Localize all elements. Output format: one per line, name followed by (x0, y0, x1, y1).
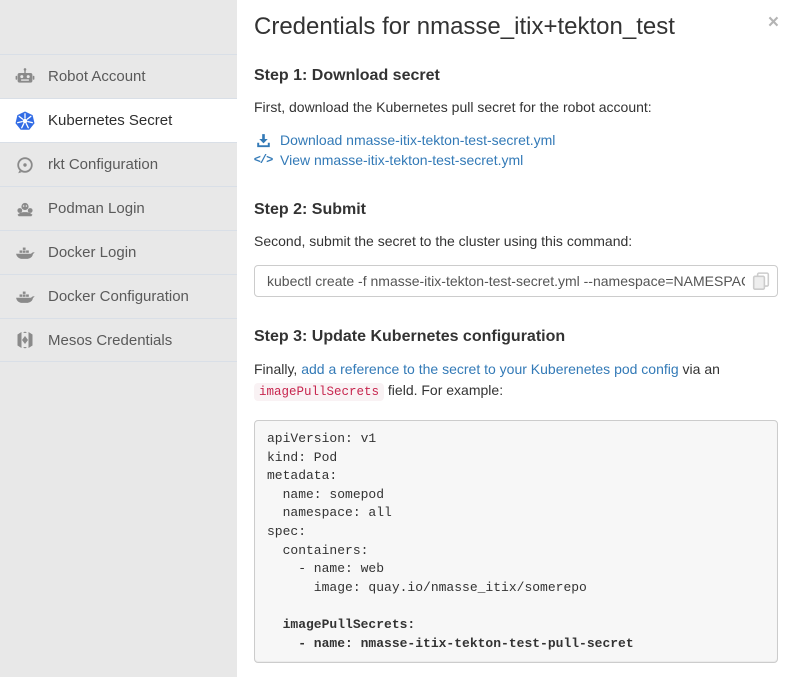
yaml-bold-part: imagePullSecrets: - name: nmasse-itix-te… (267, 617, 634, 651)
sidebar-item-podman-login[interactable]: Podman Login (0, 186, 237, 230)
podman-icon (15, 199, 35, 219)
kubectl-command-input[interactable] (254, 265, 778, 297)
sidebar-item-label: rkt Configuration (48, 156, 158, 173)
pod-config-link[interactable]: add a reference to the secret to your Ku… (301, 361, 678, 377)
sidebar-item-label: Kubernetes Secret (48, 112, 172, 129)
sidebar-item-docker-configuration[interactable]: Docker Configuration (0, 274, 237, 318)
sidebar-item-label: Robot Account (48, 68, 146, 85)
modal-title: Credentials for nmasse_itix+tekton_test (254, 12, 778, 42)
rkt-icon (15, 155, 35, 175)
step3-text-after-link: via an (679, 361, 720, 377)
credentials-modal-body: × Credentials for nmasse_itix+tekton_tes… (237, 0, 793, 677)
secret-file-links: Download nmasse-itix-tekton-test-secret.… (254, 130, 778, 170)
credentials-sidebar: Robot Account Ku (0, 0, 237, 677)
step1-description: First, download the Kubernetes pull secr… (254, 98, 778, 116)
docker-icon (15, 287, 35, 307)
sidebar-item-label: Docker Login (48, 244, 136, 261)
step3-heading: Step 3: Update Kubernetes configuration (254, 328, 778, 346)
sidebar-item-docker-login[interactable]: Docker Login (0, 230, 237, 274)
download-icon (254, 133, 272, 148)
sidebar-item-label: Mesos Credentials (48, 332, 172, 349)
code-icon: </> (254, 153, 272, 167)
mesos-icon (15, 330, 35, 350)
sidebar-item-list: Robot Account Ku (0, 54, 237, 362)
sidebar-item-mesos-credentials[interactable]: Mesos Credentials (0, 318, 237, 362)
sidebar-item-kubernetes-secret[interactable]: Kubernetes Secret (0, 98, 237, 142)
image-pull-secrets-chip: imagePullSecrets (254, 383, 384, 401)
yaml-normal-part: apiVersion: v1 kind: Pod metadata: name:… (267, 431, 587, 595)
pod-yaml-example: apiVersion: v1 kind: Pod metadata: name:… (254, 420, 778, 663)
close-icon[interactable]: × (768, 13, 779, 32)
copy-icon[interactable] (752, 272, 770, 290)
step1-heading: Step 1: Download secret (254, 67, 778, 85)
sidebar-item-robot-account[interactable]: Robot Account (0, 54, 237, 98)
view-link-label: View nmasse-itix-tekton-test-secret.yml (280, 152, 523, 168)
kubectl-command-box (254, 265, 778, 297)
step2-description: Second, submit the secret to the cluster… (254, 232, 778, 250)
sidebar-item-label: Docker Configuration (48, 288, 189, 305)
step3-text-after-chip: field. For example: (384, 382, 503, 398)
kubernetes-icon (15, 111, 35, 131)
sidebar-item-label: Podman Login (48, 200, 145, 217)
download-secret-link[interactable]: Download nmasse-itix-tekton-test-secret.… (254, 130, 778, 150)
sidebar-item-rkt-configuration[interactable]: rkt Configuration (0, 142, 237, 186)
download-link-label: Download nmasse-itix-tekton-test-secret.… (280, 132, 555, 148)
step2-heading: Step 2: Submit (254, 201, 778, 219)
view-secret-link[interactable]: </> View nmasse-itix-tekton-test-secret.… (254, 150, 778, 170)
step3-text-before-link: Finally, (254, 361, 301, 377)
step3-description: Finally, add a reference to the secret t… (254, 359, 778, 403)
docker-icon (15, 243, 35, 263)
robot-icon (15, 67, 35, 87)
